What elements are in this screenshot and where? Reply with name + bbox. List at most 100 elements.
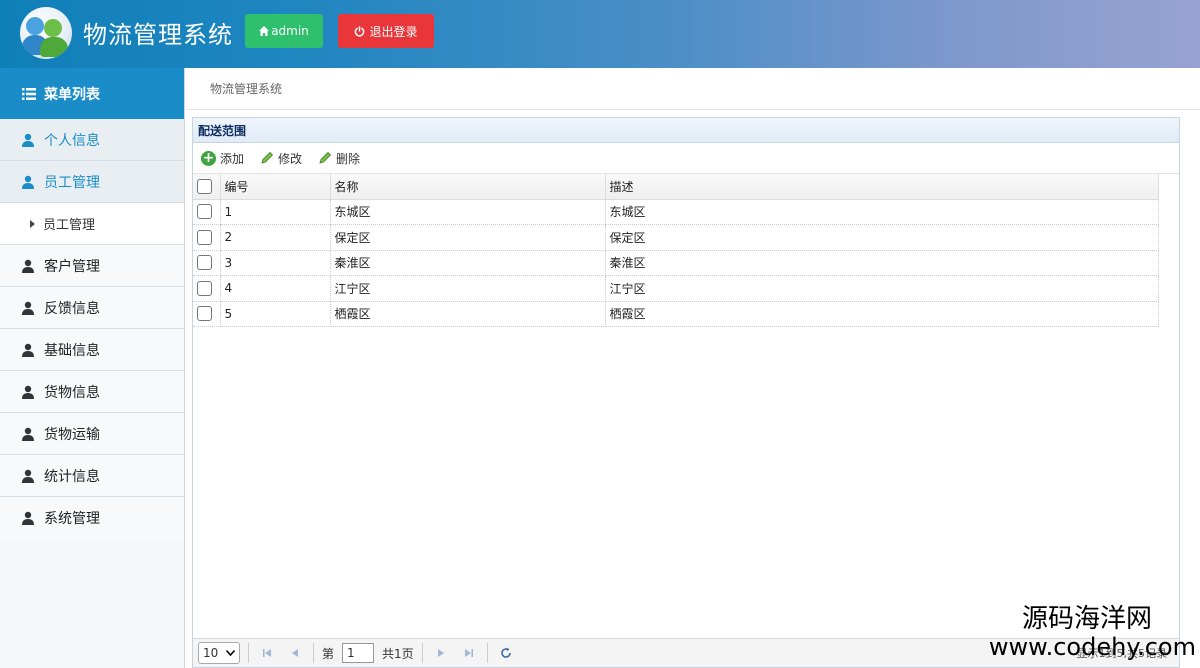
sidebar-item-statistics[interactable]: 统计信息 bbox=[0, 455, 184, 497]
cell-id: 2 bbox=[220, 224, 331, 251]
column-header-name[interactable]: 名称 bbox=[330, 174, 606, 200]
user-icon bbox=[22, 133, 34, 147]
prev-page-icon bbox=[292, 649, 298, 657]
user-icon bbox=[22, 427, 34, 441]
cell-name: 东城区 bbox=[330, 199, 606, 225]
grid-toolbar: + 添加 修改 删除 bbox=[193, 143, 1179, 174]
list-icon bbox=[22, 87, 36, 100]
sidebar-item-label: 客户管理 bbox=[44, 258, 100, 275]
sidebar-item-personal-info[interactable]: 个人信息 bbox=[0, 119, 184, 161]
sidebar-item-basic-info[interactable]: 基础信息 bbox=[0, 329, 184, 371]
sidebar-item-customer-mgmt[interactable]: 客户管理 bbox=[0, 245, 184, 287]
cell-description: 东城区 bbox=[605, 199, 1159, 225]
add-button[interactable]: + 添加 bbox=[201, 150, 244, 167]
app-title: 物流管理系统 bbox=[83, 21, 233, 49]
row-checkbox-cell bbox=[193, 199, 221, 225]
last-page-button[interactable] bbox=[459, 643, 479, 663]
row-checkbox[interactable] bbox=[197, 280, 212, 296]
table-row[interactable]: 5 栖霞区 栖霞区 bbox=[193, 301, 1159, 327]
next-page-icon bbox=[437, 649, 444, 657]
row-checkbox-cell bbox=[193, 301, 221, 327]
sidebar-item-goods-transport[interactable]: 货物运输 bbox=[0, 413, 184, 455]
next-page-button[interactable] bbox=[431, 643, 451, 663]
user-icon bbox=[22, 175, 34, 189]
logout-label: 退出登录 bbox=[369, 24, 418, 39]
user-icon bbox=[22, 301, 34, 315]
breadcrumb: 物流管理系统 bbox=[186, 68, 1200, 110]
row-checkbox[interactable] bbox=[197, 306, 212, 322]
current-page-input[interactable]: 1 bbox=[342, 643, 375, 663]
cell-name: 保定区 bbox=[330, 224, 606, 251]
select-all-checkbox[interactable] bbox=[197, 178, 212, 194]
sidebar-item-label: 基础信息 bbox=[44, 342, 100, 359]
edit-label: 修改 bbox=[278, 151, 303, 166]
page-size-value: 10 bbox=[203, 646, 219, 660]
table-row[interactable]: 1 东城区 东城区 bbox=[193, 199, 1159, 225]
table-row[interactable]: 3 秦淮区 秦淮区 bbox=[193, 250, 1159, 276]
admin-user-label: admin bbox=[271, 24, 309, 38]
add-label: 添加 bbox=[220, 151, 245, 166]
pager-separator bbox=[486, 643, 488, 663]
cell-id: 1 bbox=[220, 199, 331, 225]
pager-separator bbox=[248, 643, 249, 663]
refresh-icon bbox=[500, 647, 511, 658]
row-checkbox[interactable] bbox=[197, 229, 212, 245]
sidebar-item-label: 货物运输 bbox=[44, 426, 100, 443]
cell-name: 江宁区 bbox=[330, 275, 606, 302]
delete-label: 删除 bbox=[336, 151, 361, 166]
sidebar-item-feedback[interactable]: 反馈信息 bbox=[0, 287, 184, 329]
pager-separator bbox=[313, 643, 314, 663]
breadcrumb-label: 物流管理系统 bbox=[210, 82, 283, 96]
cell-name: 秦淮区 bbox=[330, 250, 606, 276]
sidebar-subitem-label: 员工管理 bbox=[43, 218, 96, 233]
row-checkbox[interactable] bbox=[197, 255, 212, 271]
site-watermark: 源码海洋网 www.codehy.com bbox=[989, 604, 1196, 660]
prev-page-button[interactable] bbox=[285, 643, 305, 663]
row-checkbox[interactable] bbox=[197, 204, 212, 220]
cell-name: 栖霞区 bbox=[330, 301, 606, 327]
row-checkbox-cell bbox=[193, 224, 221, 251]
watermark-line1: 源码海洋网 bbox=[1021, 604, 1152, 634]
row-checkbox-cell bbox=[193, 275, 221, 302]
refresh-button[interactable] bbox=[496, 643, 516, 663]
sidebar-item-label: 货物信息 bbox=[44, 384, 100, 401]
page-size-select[interactable]: 10 bbox=[198, 642, 240, 664]
cell-description: 秦淮区 bbox=[605, 250, 1159, 276]
cell-description: 保定区 bbox=[605, 224, 1159, 251]
column-header-id[interactable]: 编号 bbox=[220, 174, 331, 200]
first-page-button[interactable] bbox=[257, 643, 277, 663]
user-icon bbox=[22, 259, 34, 273]
table-row[interactable]: 2 保定区 保定区 bbox=[193, 224, 1159, 251]
user-icon bbox=[22, 343, 34, 357]
datagrid-panel: 配送范围 + 添加 修改 删除 编号 名称 描述 1 东城区 东城区 2 保定区… bbox=[192, 117, 1180, 668]
sidebar-item-label: 反馈信息 bbox=[44, 300, 100, 317]
chevron-down-icon bbox=[226, 650, 235, 656]
pager-separator bbox=[421, 643, 423, 663]
sidebar-subitem-employee-mgmt[interactable]: 员工管理 bbox=[0, 203, 184, 245]
edit-button[interactable]: 修改 bbox=[260, 150, 302, 167]
power-icon bbox=[355, 25, 365, 37]
total-pages: 共1页 bbox=[382, 646, 414, 661]
sidebar-item-label: 个人信息 bbox=[44, 132, 100, 149]
caret-right-icon bbox=[30, 219, 35, 228]
last-page-icon bbox=[464, 649, 473, 657]
sidebar-item-employee-mgmt[interactable]: 员工管理 bbox=[0, 161, 184, 203]
sidebar-item-goods-info[interactable]: 货物信息 bbox=[0, 371, 184, 413]
cell-id: 5 bbox=[220, 301, 331, 327]
admin-user-button[interactable]: admin bbox=[245, 14, 323, 48]
sidebar: 菜单列表 个人信息 员工管理 员工管理 客户管理 反馈信息 基础信息 货物信息 … bbox=[0, 68, 185, 668]
cell-id: 4 bbox=[220, 275, 331, 302]
sidebar-item-system-mgmt[interactable]: 系统管理 bbox=[0, 497, 184, 539]
table-row[interactable]: 4 江宁区 江宁区 bbox=[193, 275, 1159, 302]
sidebar-item-label: 系统管理 bbox=[44, 511, 100, 527]
select-all-cell bbox=[193, 174, 221, 200]
logout-button[interactable]: 退出登录 bbox=[338, 14, 434, 48]
users-logo-icon bbox=[20, 7, 72, 59]
column-header-description[interactable]: 描述 bbox=[605, 174, 1159, 200]
delete-button[interactable]: 删除 bbox=[318, 150, 360, 167]
data-table: 编号 名称 描述 1 东城区 东城区 2 保定区 保定区 3 秦淮区 秦淮区 4… bbox=[193, 174, 1159, 327]
top-header: 物流管理系统 admin 退出登录 bbox=[0, 0, 1200, 68]
user-icon bbox=[22, 469, 34, 483]
user-icon bbox=[22, 511, 34, 525]
panel-title: 配送范围 bbox=[193, 118, 1179, 143]
